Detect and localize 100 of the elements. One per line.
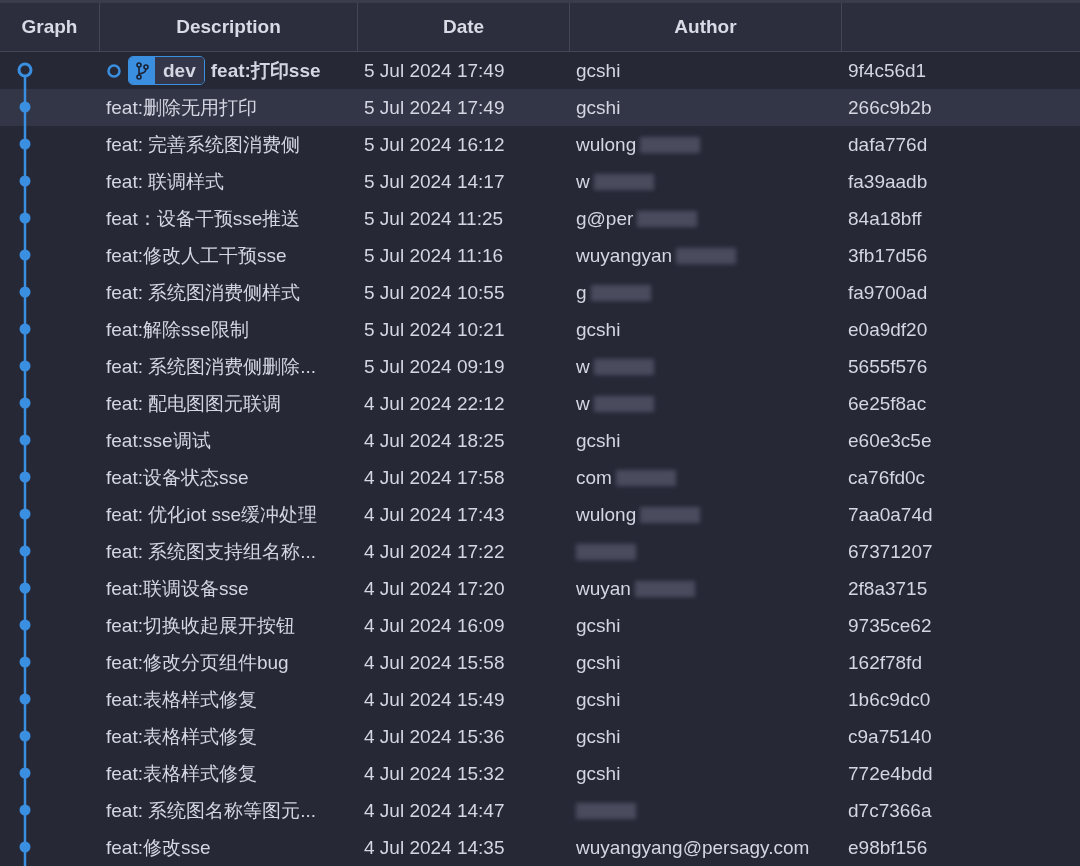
commit-date: 4 Jul 2024 17:58 bbox=[364, 466, 505, 489]
commit-author: gcshi bbox=[576, 318, 621, 341]
commit-hash: fa39aadb bbox=[848, 170, 928, 193]
commit-row[interactable]: feat: 优化iot sse缓冲处理 4 Jul 2024 17:43 wulong 7aa0a74d bbox=[0, 496, 1080, 533]
commit-message: feat: 系统图消费侧样式 bbox=[106, 280, 301, 305]
commit-date: 4 Jul 2024 15:49 bbox=[364, 688, 505, 711]
commit-author: gcshi bbox=[576, 651, 621, 674]
commit-message: feat: 完善系统图消费侧 bbox=[106, 132, 301, 157]
commit-row[interactable]: feat:sse调试 4 Jul 2024 18:25 gcshi e60e3c5e bbox=[0, 422, 1080, 459]
commit-message: feat:修改分页组件bug bbox=[106, 650, 289, 675]
commit-author: w bbox=[576, 355, 590, 378]
commit-hash: 9f4c56d1 bbox=[848, 59, 927, 82]
commit-node-icon bbox=[17, 237, 33, 274]
commit-message: feat: 配电图图元联调 bbox=[106, 391, 282, 416]
commit-node-icon bbox=[17, 570, 33, 607]
commit-row[interactable]: feat:切换收起展开按钮 4 Jul 2024 16:09 gcshi 9735ce62 bbox=[0, 607, 1080, 644]
head-marker-icon bbox=[106, 62, 122, 79]
commit-date: 5 Jul 2024 11:16 bbox=[364, 244, 504, 267]
commit-message: feat: 优化iot sse缓冲处理 bbox=[106, 502, 318, 527]
commit-hash: 772e4bdd bbox=[848, 762, 933, 785]
branch-icon bbox=[135, 61, 149, 80]
commit-row[interactable]: feat:修改sse 4 Jul 2024 14:35 wuyangyang@persagy.com e98bf156 bbox=[0, 829, 1080, 866]
commit-node-icon bbox=[17, 533, 33, 570]
commit-row[interactable]: feat:表格样式修复 4 Jul 2024 15:32 gcshi 772e4bdd bbox=[0, 755, 1080, 792]
commit-row[interactable]: feat: 配电图图元联调 4 Jul 2024 22:12 w 6e25f8ac bbox=[0, 385, 1080, 422]
commit-row[interactable]: feat: 完善系统图消费侧 5 Jul 2024 16:12 wulong dafa776d bbox=[0, 126, 1080, 163]
commit-node-icon bbox=[17, 792, 33, 829]
commit-node-icon bbox=[17, 644, 33, 681]
commit-row[interactable]: feat:设备状态sse 4 Jul 2024 17:58 com ca76fd0c bbox=[0, 459, 1080, 496]
commit-row[interactable]: feat: 系统图支持组名称... 4 Jul 2024 17:22 67371207 bbox=[0, 533, 1080, 570]
commit-node-icon bbox=[17, 126, 33, 163]
commit-message: feat:切换收起展开按钮 bbox=[106, 613, 295, 638]
commit-date: 4 Jul 2024 18:25 bbox=[364, 429, 505, 452]
column-header[interactable]: Description bbox=[100, 3, 358, 51]
commit-row[interactable]: feat: 系统图消费侧样式 5 Jul 2024 10:55 g fa9700ad bbox=[0, 274, 1080, 311]
commit-row[interactable]: feat: 系统图名称等图元... 4 Jul 2024 14:47 d7c7366a bbox=[0, 792, 1080, 829]
commit-date: 4 Jul 2024 14:47 bbox=[364, 799, 505, 822]
commit-row[interactable]: feat:删除无用打印 5 Jul 2024 17:49 gcshi 266c9b2b bbox=[0, 89, 1080, 126]
commit-hash: c9a75140 bbox=[848, 725, 932, 748]
commit-node-icon bbox=[17, 755, 33, 792]
commit-node-icon bbox=[17, 681, 33, 718]
commit-message: feat: 系统图消费侧删除... bbox=[106, 354, 317, 379]
commit-message: feat:表格样式修复 bbox=[106, 724, 257, 749]
column-header[interactable]: Graph bbox=[0, 3, 100, 51]
commit-message: feat:表格样式修复 bbox=[106, 761, 257, 786]
commit-row[interactable]: feat：设备干预sse推送 5 Jul 2024 11:25 g@per 84a18bff bbox=[0, 200, 1080, 237]
commit-hash: 6e25f8ac bbox=[848, 392, 927, 415]
commit-date: 4 Jul 2024 15:58 bbox=[364, 651, 505, 674]
commit-date: 4 Jul 2024 15:32 bbox=[364, 762, 505, 785]
commit-author: gcshi bbox=[576, 614, 621, 637]
commit-author: wulong bbox=[576, 503, 637, 526]
commit-row[interactable]: feat:表格样式修复 4 Jul 2024 15:49 gcshi 1b6c9dc0 bbox=[0, 681, 1080, 718]
commit-date: 4 Jul 2024 14:35 bbox=[364, 836, 505, 859]
commit-row[interactable]: feat: 系统图消费侧删除... 5 Jul 2024 09:19 w 5655f576 bbox=[0, 348, 1080, 385]
commit-node-icon bbox=[17, 718, 33, 755]
commit-message: feat：设备干预sse推送 bbox=[106, 206, 301, 231]
commit-hash: 84a18bff bbox=[848, 207, 922, 230]
commit-hash: 67371207 bbox=[848, 540, 933, 563]
commit-node-icon bbox=[17, 311, 33, 348]
commit-author: wuyangyan bbox=[576, 244, 673, 267]
commit-row[interactable]: feat:联调设备sse 4 Jul 2024 17:20 wuyan 2f8a3715 bbox=[0, 570, 1080, 607]
commit-hash: ca76fd0c bbox=[848, 466, 926, 489]
commit-hash: 9735ce62 bbox=[848, 614, 932, 637]
commit-message: feat:解除sse限制 bbox=[106, 317, 249, 342]
branch-tag[interactable]: dev bbox=[128, 56, 205, 85]
commit-message: feat:联调设备sse bbox=[106, 576, 249, 601]
commit-hash: fa9700ad bbox=[848, 281, 928, 304]
commit-date: 4 Jul 2024 17:43 bbox=[364, 503, 505, 526]
column-header[interactable]: Date bbox=[358, 3, 570, 51]
commit-row[interactable]: feat:表格样式修复 4 Jul 2024 15:36 gcshi c9a75140 bbox=[0, 718, 1080, 755]
commit-date: 5 Jul 2024 14:17 bbox=[364, 170, 505, 193]
commit-hash: d7c7366a bbox=[848, 799, 932, 822]
commit-hash: 7aa0a74d bbox=[848, 503, 933, 526]
commit-message: feat:打印sse bbox=[210, 58, 321, 83]
commit-date: 5 Jul 2024 17:49 bbox=[364, 59, 505, 82]
commit-row[interactable]: feat:解除sse限制 5 Jul 2024 10:21 gcshi e0a9df20 bbox=[0, 311, 1080, 348]
commit-row[interactable]: feat:修改分页组件bug 4 Jul 2024 15:58 gcshi 162f78fd bbox=[0, 644, 1080, 681]
commit-node-icon bbox=[17, 163, 33, 200]
commit-row[interactable]: feat:修改人工干预sse 5 Jul 2024 11:16 wuyangyan 3fb17d56 bbox=[0, 237, 1080, 274]
commit-node-icon bbox=[17, 422, 33, 459]
commit-node-icon bbox=[17, 496, 33, 533]
commit-author: g bbox=[576, 281, 587, 304]
commit-author: wuyangyang@persagy.com bbox=[576, 836, 810, 859]
commit-author: gcshi bbox=[576, 762, 621, 785]
commit-hash: 3fb17d56 bbox=[848, 244, 928, 267]
commit-date: 5 Jul 2024 16:12 bbox=[364, 133, 505, 156]
commit-hash: 5655f576 bbox=[848, 355, 928, 378]
commit-row[interactable]: feat: 联调样式 5 Jul 2024 14:17 w fa39aadb bbox=[0, 163, 1080, 200]
commit-author: gcshi bbox=[576, 429, 621, 452]
commit-date: 5 Jul 2024 17:49 bbox=[364, 96, 505, 119]
commit-hash: e0a9df20 bbox=[848, 318, 928, 341]
commit-message: feat:表格样式修复 bbox=[106, 687, 257, 712]
commit-node-icon bbox=[17, 348, 33, 385]
commit-date: 4 Jul 2024 17:22 bbox=[364, 540, 505, 563]
commit-hash: dafa776d bbox=[848, 133, 928, 156]
commit-date: 5 Jul 2024 10:55 bbox=[364, 281, 505, 304]
commit-node-icon bbox=[17, 385, 33, 422]
commit-node-icon bbox=[17, 274, 33, 311]
commit-author: g@per bbox=[576, 207, 634, 230]
column-header[interactable]: Author bbox=[570, 3, 842, 51]
